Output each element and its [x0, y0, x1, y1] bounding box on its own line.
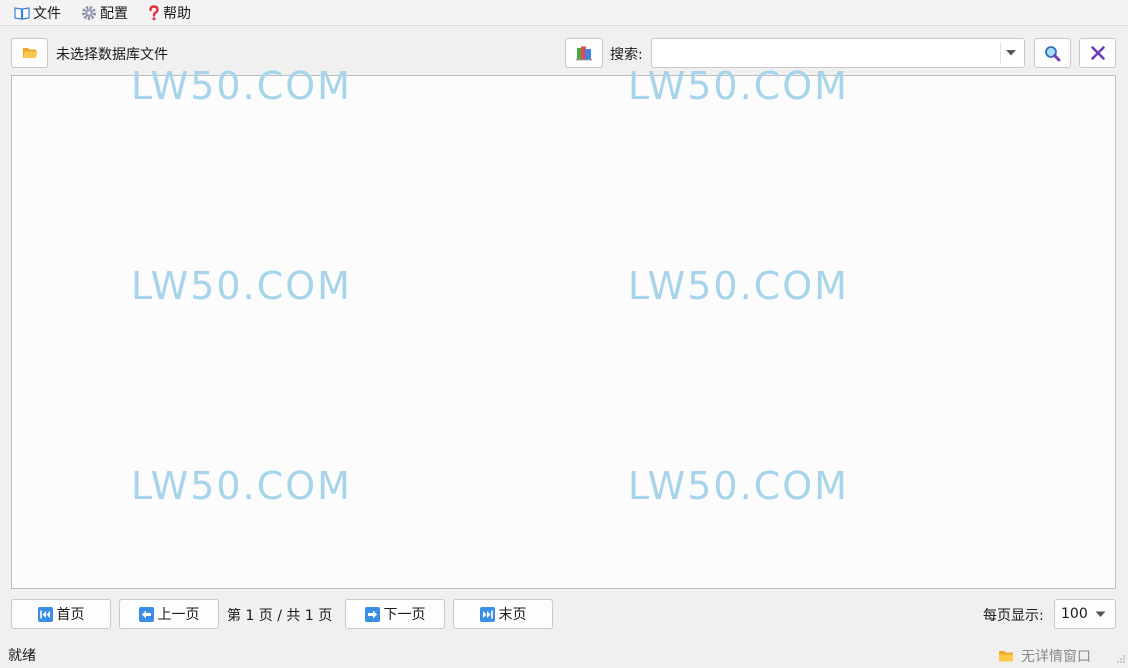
per-page-label: 每页显示: — [983, 608, 1044, 624]
menu-help-label: 帮助 — [163, 5, 191, 22]
watermark-text: LW50.COM — [131, 264, 352, 308]
layout-toggle-button[interactable] — [565, 38, 603, 68]
combo-separator — [1000, 42, 1001, 64]
book-icon — [14, 6, 30, 20]
status-text: 就绪 — [8, 648, 36, 664]
skip-first-icon — [37, 606, 53, 622]
database-status-text: 未选择数据库文件 — [56, 47, 168, 63]
watermark-text: LW50.COM — [131, 64, 352, 108]
color-books-icon — [576, 46, 592, 61]
menu-file[interactable]: 文件 — [8, 0, 67, 25]
search-button[interactable] — [1034, 38, 1071, 68]
first-page-label: 首页 — [56, 607, 85, 623]
clear-search-button[interactable] — [1079, 38, 1116, 68]
first-page-button[interactable]: 首页 — [11, 599, 111, 629]
last-page-button[interactable]: 末页 — [453, 599, 553, 629]
per-page-select[interactable]: 100 — [1054, 599, 1116, 629]
next-page-button[interactable]: 下一页 — [345, 599, 445, 629]
prev-page-button[interactable]: 上一页 — [119, 599, 219, 629]
skip-last-icon — [479, 606, 495, 622]
menu-config[interactable]: 配置 — [75, 0, 134, 25]
status-bar: 就绪 无详情窗口 — [0, 640, 1128, 668]
gear-icon — [82, 5, 96, 20]
watermark-text: LW50.COM — [628, 64, 849, 108]
results-panel: LW50.COM LW50.COM LW50.COM LW50.COM LW50… — [11, 64, 1116, 589]
watermark-text: LW50.COM — [628, 264, 849, 308]
detail-window-text: 无详情窗口 — [1021, 649, 1091, 665]
chevron-down-icon[interactable] — [1005, 49, 1017, 57]
arrow-right-icon — [364, 606, 380, 622]
watermark-text: LW50.COM — [131, 464, 352, 508]
question-mark-icon — [149, 4, 159, 20]
folder-open-icon — [22, 48, 37, 58]
folder-icon — [999, 651, 1013, 662]
page-info-text: 第 1 页 / 共 1 页 — [227, 608, 333, 624]
watermark-text: LW50.COM — [628, 464, 849, 508]
open-database-button[interactable] — [11, 38, 48, 68]
resize-grip-icon[interactable] — [1116, 654, 1126, 664]
next-page-label: 下一页 — [383, 607, 426, 623]
close-x-icon — [1090, 46, 1105, 60]
detail-window-indicator[interactable]: 无详情窗口 — [998, 646, 1091, 666]
search-label: 搜索: — [610, 47, 643, 63]
arrow-left-icon — [138, 606, 154, 622]
chevron-down-icon — [1095, 611, 1106, 617]
last-page-label: 末页 — [498, 607, 527, 623]
search-input[interactable] — [652, 39, 998, 67]
menu-file-label: 文件 — [33, 5, 61, 22]
menu-config-label: 配置 — [100, 5, 128, 22]
prev-page-label: 上一页 — [157, 607, 200, 623]
menu-bar: 文件 配置 帮助 — [0, 0, 1128, 26]
search-combobox[interactable] — [651, 38, 1025, 68]
magnifier-icon — [1045, 45, 1061, 61]
per-page-value: 100 — [1061, 606, 1088, 622]
menu-help[interactable]: 帮助 — [142, 0, 197, 25]
